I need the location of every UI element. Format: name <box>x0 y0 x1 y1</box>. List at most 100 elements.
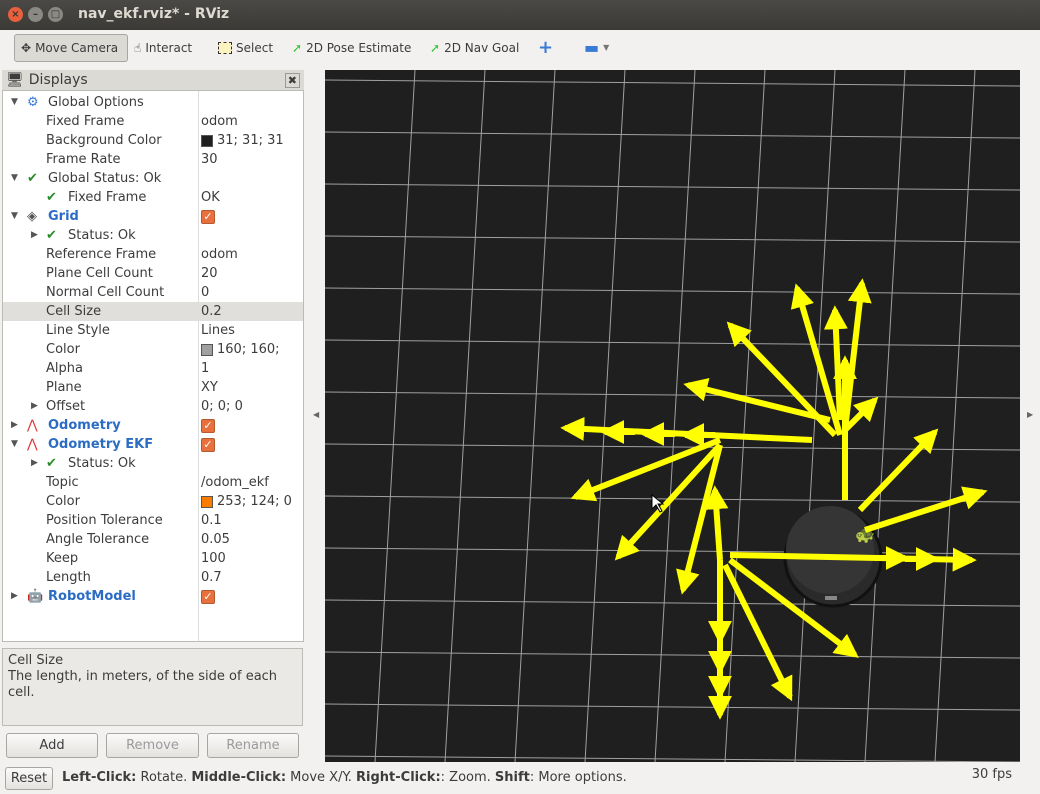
property-value[interactable]: 31; 31; 31 <box>201 131 284 150</box>
rename-button[interactable]: Rename <box>207 733 299 758</box>
tree-row[interactable]: Color 253; 124; 0 <box>3 492 303 511</box>
property-value[interactable]: ✓ <box>201 435 219 454</box>
add-tool-button[interactable]: + <box>532 34 559 62</box>
display-tree[interactable]: ▼ ⚙ Global Options Fixed Frame odom Backgroun… <box>2 90 304 642</box>
property-value-text: 253; 124; 0 <box>217 494 292 509</box>
tree-row[interactable]: ▶ ⋀ Odometry ✓ <box>3 416 303 435</box>
reset-button[interactable]: Reset <box>5 767 53 790</box>
tree-row[interactable]: ✔ Fixed Frame OK <box>3 188 303 207</box>
expand-right-icon[interactable]: ▶ <box>31 397 38 416</box>
close-window-button[interactable]: × <box>8 7 23 22</box>
tree-row[interactable]: Length 0.7 <box>3 568 303 587</box>
grid-line <box>864 70 906 762</box>
odometry-arrow <box>729 547 977 572</box>
tree-row[interactable]: Position Tolerance 0.1 <box>3 511 303 530</box>
property-value[interactable]: 160; 160; <box>201 340 280 359</box>
property-value[interactable]: OK <box>201 188 220 207</box>
grid <box>325 70 1020 762</box>
collapse-right-icon[interactable]: ▶ <box>1027 410 1033 419</box>
scene-canvas[interactable]: 🐢 <box>325 70 1020 762</box>
maximize-window-button[interactable]: □ <box>48 7 63 22</box>
property-value[interactable]: /odom_ekf <box>201 473 269 492</box>
property-value[interactable]: 0; 0; 0 <box>201 397 243 416</box>
property-value[interactable]: 0.2 <box>201 302 222 321</box>
tree-row[interactable]: ▶ 🤖 RobotModel ✓ <box>3 587 303 606</box>
tree-row[interactable]: Background Color 31; 31; 31 <box>3 131 303 150</box>
select-button[interactable]: Select <box>212 34 279 62</box>
expand-right-icon[interactable]: ▶ <box>31 454 38 473</box>
enable-checkbox[interactable]: ✓ <box>201 437 215 452</box>
property-value[interactable]: 0 <box>201 283 209 302</box>
remove-tool-button[interactable]: ▬ ▼ <box>578 34 615 62</box>
enable-checkbox[interactable]: ✓ <box>201 209 215 224</box>
nav-goal-button[interactable]: ➚ 2D Nav Goal <box>424 34 525 62</box>
property-value[interactable]: XY <box>201 378 218 397</box>
enable-checkbox[interactable]: ✓ <box>201 418 215 433</box>
property-value[interactable]: odom <box>201 245 238 264</box>
tree-row[interactable]: Plane Cell Count 20 <box>3 264 303 283</box>
tree-row[interactable]: ▼ ⋀ Odometry EKF ✓ <box>3 435 303 454</box>
color-swatch[interactable] <box>201 495 213 508</box>
tree-row[interactable]: Plane XY <box>3 378 303 397</box>
pose-estimate-button[interactable]: ➚ 2D Pose Estimate <box>286 34 417 62</box>
tree-row[interactable]: ▶ Offset 0; 0; 0 <box>3 397 303 416</box>
property-value[interactable]: odom <box>201 112 238 131</box>
property-value[interactable]: ✓ <box>201 587 219 606</box>
property-value[interactable]: Lines <box>201 321 235 340</box>
expand-down-icon[interactable]: ▼ <box>11 93 18 112</box>
expand-down-icon[interactable]: ▼ <box>11 207 18 226</box>
property-value[interactable]: 100 <box>201 549 226 568</box>
property-value[interactable]: 30 <box>201 150 218 169</box>
3d-view[interactable]: 🐢 <box>325 70 1020 762</box>
tree-row[interactable]: Topic/odom_ekf <box>3 473 303 492</box>
hint-text: : More options. <box>529 770 627 785</box>
property-value[interactable]: ✓ <box>201 207 219 226</box>
tree-row[interactable]: Fixed Frame odom <box>3 112 303 131</box>
property-value[interactable]: 253; 124; 0 <box>201 492 292 511</box>
enable-checkbox[interactable]: ✓ <box>201 589 215 604</box>
tree-row[interactable]: Frame Rate 30 <box>3 150 303 169</box>
property-value-text: Lines <box>201 323 235 338</box>
property-value[interactable]: 0.05 <box>201 530 230 549</box>
tree-row[interactable]: Alpha 1 <box>3 359 303 378</box>
color-swatch[interactable] <box>201 343 213 356</box>
tree-row[interactable]: Normal Cell Count 0 <box>3 283 303 302</box>
tree-row[interactable]: ▶ ✔ Status: Ok <box>3 454 303 473</box>
tree-row[interactable]: Cell Size 0.2 <box>3 302 303 321</box>
odometry-arrow <box>683 377 831 423</box>
tree-row[interactable]: Line Style Lines <box>3 321 303 340</box>
expand-right-icon[interactable]: ▶ <box>11 587 18 606</box>
tree-row[interactable]: Reference Frame odom <box>3 245 303 264</box>
tree-row[interactable]: Color 160; 160; <box>3 340 303 359</box>
monitor-icon: 🖥 <box>6 72 24 88</box>
property-value[interactable]: 0.1 <box>201 511 222 530</box>
grid-line <box>325 235 1020 243</box>
expand-down-icon[interactable]: ▼ <box>11 169 18 188</box>
grid-line <box>654 70 696 762</box>
select-label: Select <box>236 41 274 55</box>
minus-icon: ▬ <box>584 38 600 57</box>
property-value[interactable]: 20 <box>201 264 218 283</box>
remove-button[interactable]: Remove <box>106 733 199 758</box>
property-value[interactable]: ✓ <box>201 416 219 435</box>
expand-right-icon[interactable]: ▶ <box>31 226 38 245</box>
tree-row[interactable]: Angle Tolerance 0.05 <box>3 530 303 549</box>
tree-row[interactable]: Keep 100 <box>3 549 303 568</box>
color-swatch[interactable] <box>201 134 213 147</box>
dropdown-icon: ▼ <box>603 43 610 52</box>
collapse-left-icon[interactable]: ◀ <box>313 410 319 419</box>
tree-row[interactable]: ▼ ✔ Global Status: Ok <box>3 169 303 188</box>
property-value[interactable]: 1 <box>201 359 209 378</box>
expand-down-icon[interactable]: ▼ <box>11 435 18 454</box>
tree-row[interactable]: ▼ ⚙ Global Options <box>3 93 303 112</box>
property-value[interactable]: 0.7 <box>201 568 222 587</box>
property-name: Fixed Frame <box>68 190 147 205</box>
tree-row[interactable]: ▼ ◈ Grid ✓ <box>3 207 303 226</box>
tree-row[interactable]: ▶ ✔ Status: Ok <box>3 226 303 245</box>
minimize-window-button[interactable]: – <box>28 7 43 22</box>
close-panel-icon[interactable]: ✖ <box>284 72 300 88</box>
expand-right-icon[interactable]: ▶ <box>11 416 18 435</box>
add-button[interactable]: Add <box>6 733 98 758</box>
interact-button[interactable]: ☝ Interact <box>128 34 198 62</box>
move-camera-button[interactable]: ✥ Move Camera <box>14 34 128 62</box>
